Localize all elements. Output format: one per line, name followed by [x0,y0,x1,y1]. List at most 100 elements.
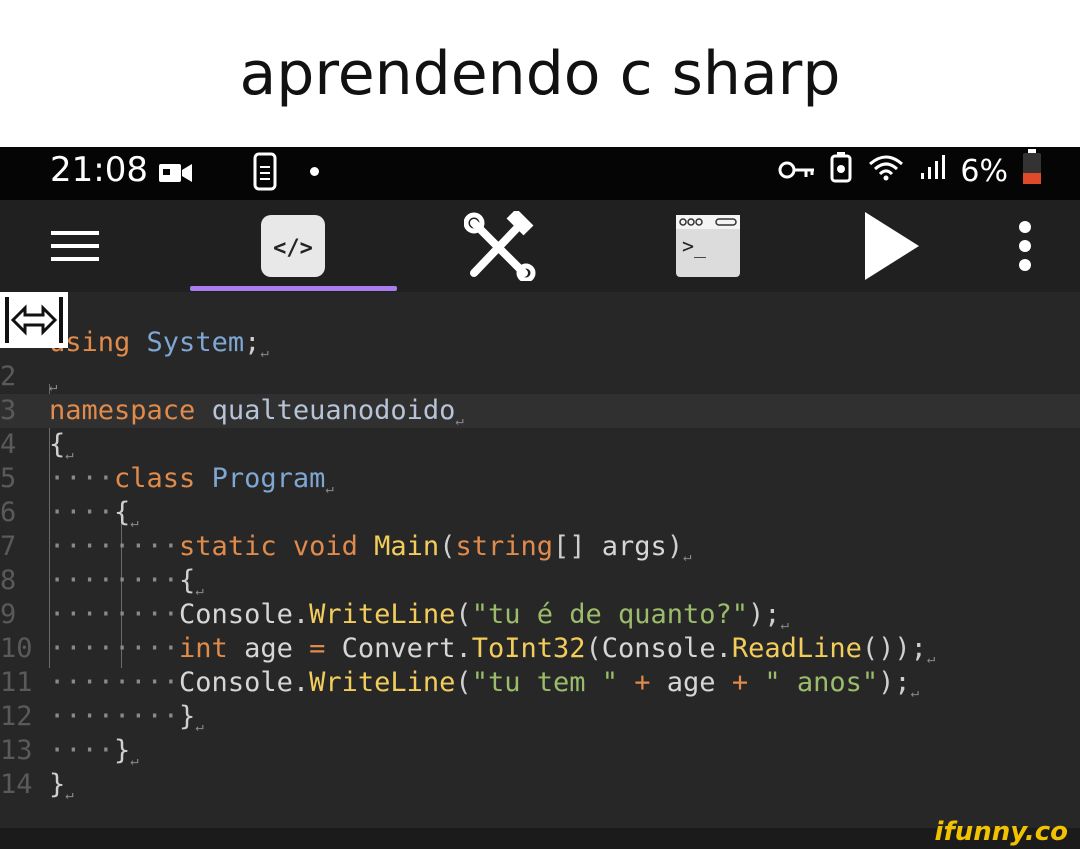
line-number: 11 [0,667,33,698]
code-token: WriteLine [309,667,456,698]
line-end-marker: ↵ [780,617,789,633]
code-line[interactable]: 6 ····{↵ [0,496,1080,531]
code-token: static [179,531,277,562]
line-end-marker: ↵ [65,787,74,803]
run-button[interactable] [858,210,924,282]
code-line[interactable]: 10 ········int age = Convert.ToInt32(Cons… [0,632,1080,667]
code-token: ; [244,327,261,358]
line-number: 14 [0,769,33,800]
code-token: } [49,769,66,800]
code-token: int [179,633,228,664]
line-end-marker: ↵ [260,345,269,361]
svg-text:>_: >_ [682,234,707,258]
code-tab[interactable]: </> [258,210,328,282]
line-number: 5 [0,463,17,494]
code-line[interactable]: 9 ········Console.WriteLine("tu é de quan… [0,598,1080,633]
code-line[interactable]: 5 ····class Program↵ [0,462,1080,497]
code-line[interactable]: 12 ········}↵ [0,700,1080,735]
code-token: class [114,463,196,494]
code-token: { [114,497,131,528]
code-token: ···· [49,497,115,528]
code-editor[interactable]: using System;↵ 2 ↵ 3 namespace qualteuanodoi… [0,292,1080,828]
code-line[interactable]: 3 namespace qualteuanodoido↵ [0,394,1080,429]
code-token: qualteuanodoido [211,395,456,426]
line-number: 10 [0,633,33,664]
code-token: + [618,667,667,698]
code-token: Console [179,667,293,698]
code-text: }↵ [49,768,74,812]
line-number: 7 [0,531,17,562]
line-number: 13 [0,735,33,766]
dot-icon [310,167,319,176]
code-token: { [179,565,196,596]
code-token: ToInt32 [471,633,586,664]
code-token: Convert [341,633,456,664]
code-token: "tu é de quanto?" [471,599,749,630]
line-end-marker: ↵ [195,583,204,599]
code-line[interactable]: using System;↵ [0,326,1080,361]
menu-button[interactable] [45,210,105,282]
terminal-icon: >_ [676,215,740,277]
code-token: age [666,667,716,698]
code-token: ···· [49,735,115,766]
meme-caption: aprendendo c sharp [0,0,1080,147]
line-number: 8 [0,565,17,596]
code-token: ···· [49,463,115,494]
resize-handle[interactable] [0,292,68,348]
code-token: ········ [49,633,180,664]
code-token: ( [455,667,472,698]
code-token: ( [455,599,472,630]
line-end-marker: ↵ [130,515,139,531]
phone-screen: 21:08 6% </> >_ using System;↵ 2 ↵ 3 nam… [0,147,1080,849]
code-token: [] [553,531,602,562]
code-token: ); [748,599,781,630]
more-options-button[interactable] [1010,210,1040,282]
code-line[interactable]: 11 ········Console.WriteLine("tu tem " + … [0,666,1080,701]
code-line[interactable]: 4 {↵ [0,428,1080,463]
resize-icon [5,297,63,343]
ifunny-watermark: ifunny.co [934,817,1068,847]
line-end-marker: ↵ [910,685,920,701]
run-icon [865,212,919,280]
code-token: } [114,735,131,766]
line-end-marker: ↵ [683,549,692,565]
status-bar: 21:08 6% [0,147,1080,200]
battery-saver-icon [830,151,852,191]
line-number: 12 [0,701,33,732]
battery-percent: 6% [960,153,1008,189]
tools-button[interactable] [462,210,538,282]
code-token: System [146,327,245,358]
line-end-marker: ↵ [65,447,74,463]
line-end-marker: ↵ [49,379,58,395]
code-token: age [244,633,293,664]
code-tab-icon: </> [261,215,325,277]
code-token: ········ [49,531,180,562]
code-token: ········ [49,701,180,732]
code-line[interactable]: 7 ········static void Main(string[] args)… [0,530,1080,565]
code-token: } [179,701,196,732]
code-line[interactable]: 8 ········{↵ [0,564,1080,599]
code-token: = [292,633,342,664]
code-line[interactable]: 14}↵ [0,768,1080,803]
code-token: void [292,531,358,562]
line-number: 4 [0,429,17,460]
status-time: 21:08 [50,150,148,190]
key-icon [778,154,816,189]
code-line[interactable]: 2 ↵ [0,360,1080,395]
code-line[interactable]: 13 ····}↵ [0,734,1080,769]
code-token: string [455,531,553,562]
code-token: . [715,633,732,664]
code-token: ( [585,633,602,664]
code-token: . [292,667,310,698]
code-token: namespace [49,395,196,426]
terminal-button[interactable]: >_ [672,210,744,282]
wifi-icon [866,152,906,190]
code-token: . [455,633,472,664]
code-token: Console [601,633,716,664]
code-token: Main [374,531,440,562]
editor-toolbar: </> >_ [0,200,1080,292]
